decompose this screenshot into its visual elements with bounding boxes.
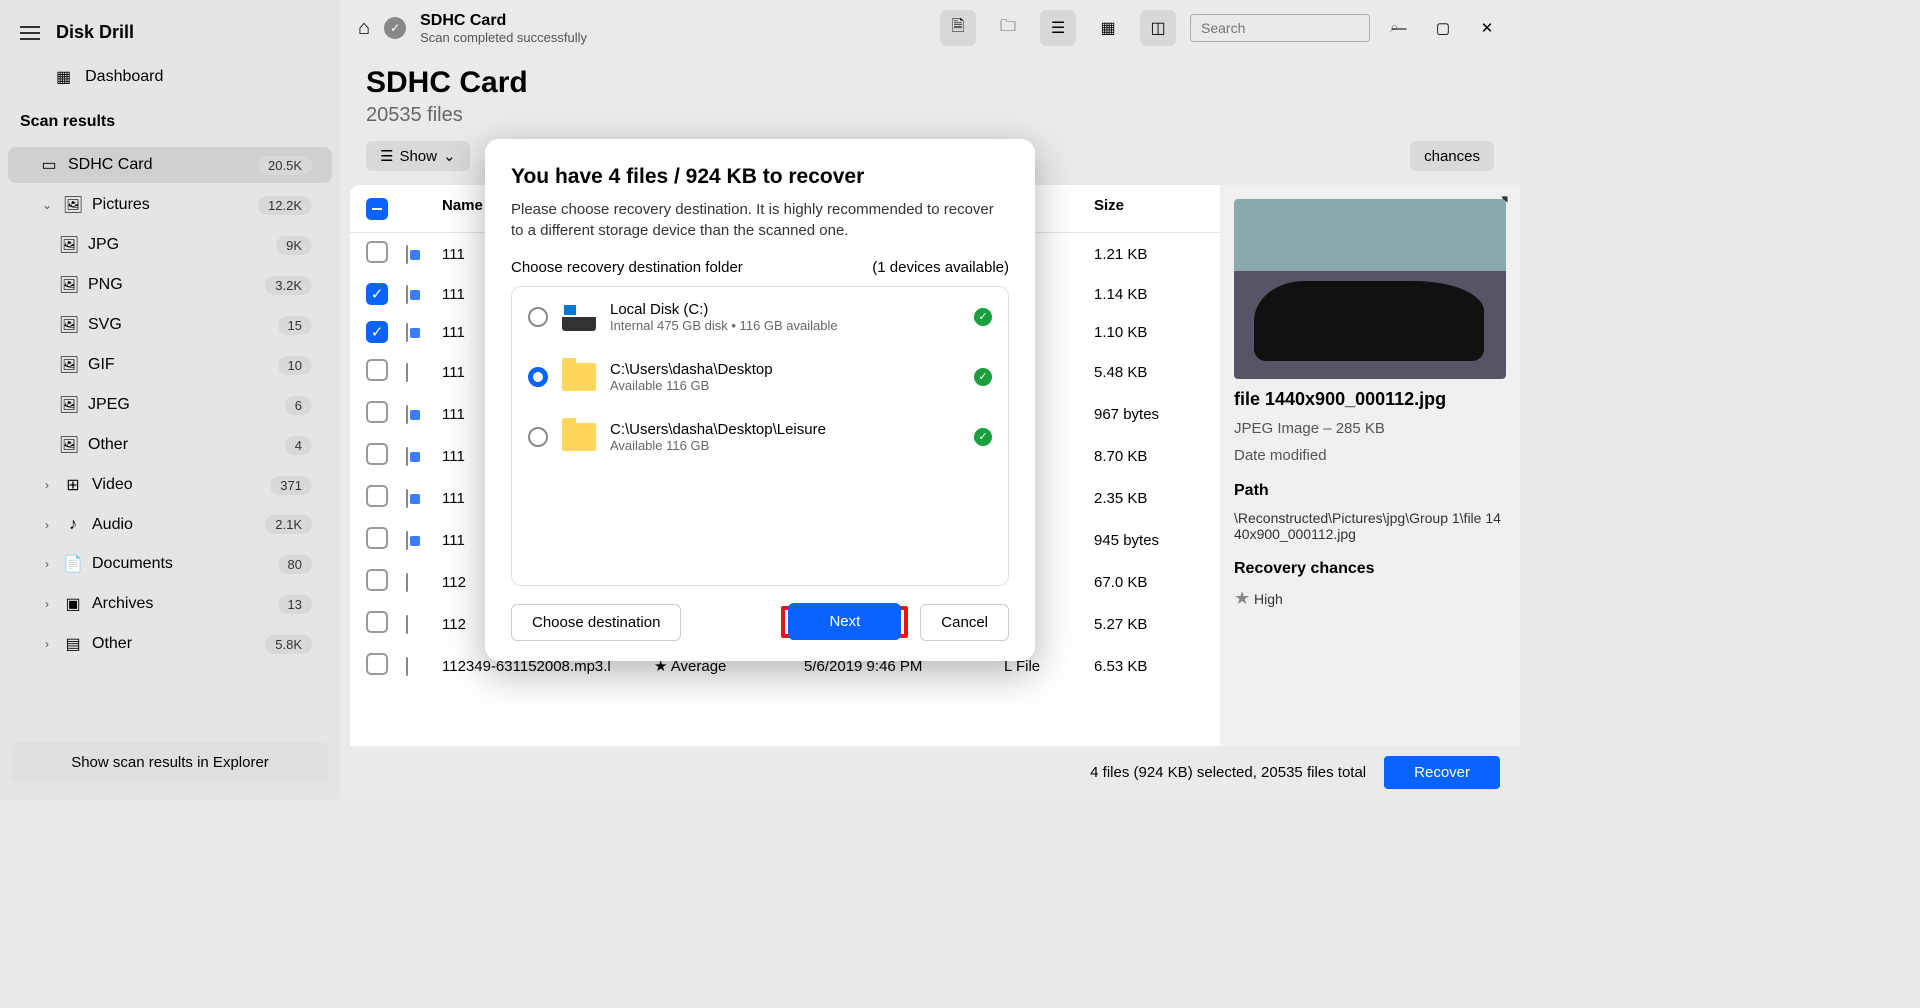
recovery-modal: You have 4 files / 924 KB to recover Ple… (485, 139, 1035, 661)
dest-title: C:\Users\dasha\Desktop\Leisure (610, 421, 826, 438)
ok-icon: ✓ (974, 308, 992, 326)
dest-sub: Internal 475 GB disk • 116 GB available (610, 318, 838, 333)
radio-button[interactable] (528, 427, 548, 447)
ok-icon: ✓ (974, 368, 992, 386)
destination-list: Local Disk (C:)Internal 475 GB disk • 11… (511, 286, 1009, 586)
modal-body: Please choose recovery destination. It i… (511, 199, 1009, 241)
dest-title: C:\Users\dasha\Desktop (610, 361, 773, 378)
radio-button[interactable] (528, 367, 548, 387)
modal-title: You have 4 files / 924 KB to recover (511, 165, 1009, 189)
dest-sub: Available 116 GB (610, 378, 773, 393)
choose-destination-button[interactable]: Choose destination (511, 604, 681, 641)
drive-icon (562, 303, 596, 331)
choose-dest-label: Choose recovery destination folder (511, 259, 743, 276)
radio-button[interactable] (528, 307, 548, 327)
modal-overlay: You have 4 files / 924 KB to recover Ple… (0, 0, 1520, 799)
devices-available: (1 devices available) (872, 259, 1009, 276)
next-button[interactable]: Next (788, 603, 901, 640)
destination-item[interactable]: Local Disk (C:)Internal 475 GB disk • 11… (512, 287, 1008, 347)
folder-icon (562, 423, 596, 451)
next-highlight: Next (781, 606, 908, 638)
cancel-button[interactable]: Cancel (920, 604, 1009, 641)
ok-icon: ✓ (974, 428, 992, 446)
folder-icon (562, 363, 596, 391)
dest-sub: Available 116 GB (610, 438, 826, 453)
dest-title: Local Disk (C:) (610, 301, 838, 318)
destination-item[interactable]: C:\Users\dasha\DesktopAvailable 116 GB ✓ (512, 347, 1008, 407)
destination-item[interactable]: C:\Users\dasha\Desktop\LeisureAvailable … (512, 407, 1008, 467)
